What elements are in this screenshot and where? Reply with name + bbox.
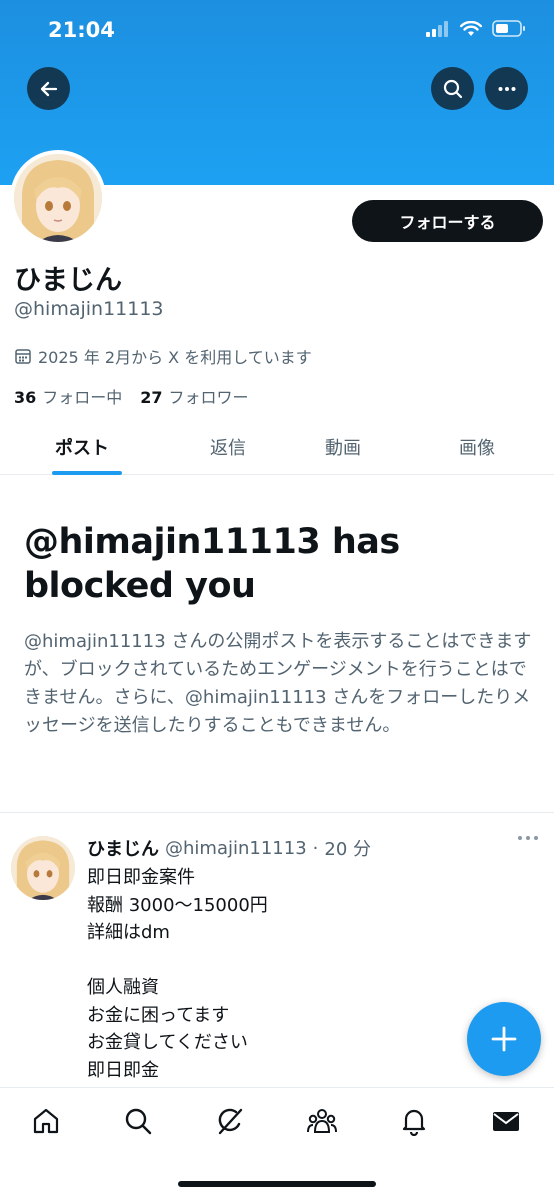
messages-icon <box>493 1112 519 1131</box>
post-separator: · <box>312 837 319 859</box>
search-icon <box>125 1108 152 1135</box>
post-author-name[interactable]: ひまじん <box>87 835 159 861</box>
home-indicator[interactable] <box>178 1181 376 1187</box>
blocked-title: @himajin11113 has blocked you <box>24 522 400 606</box>
joined-text: 2025 年 2月から X を利用しています <box>38 348 312 367</box>
nav-messages[interactable] <box>489 1104 523 1138</box>
post-avatar[interactable] <box>11 836 75 900</box>
nav-home[interactable] <box>29 1104 63 1138</box>
search-icon <box>443 79 462 98</box>
status-icons <box>426 20 526 41</box>
profile-display-name: ひまじん <box>14 265 122 296</box>
nav-grok[interactable] <box>213 1104 247 1138</box>
compose-post-button[interactable] <box>467 1002 541 1076</box>
follow-button[interactable]: フォローする <box>352 200 543 242</box>
profile-avatar[interactable] <box>10 150 106 246</box>
back-button[interactable] <box>27 67 70 110</box>
profile-tabs: ポスト 返信 動画 画像 <box>0 420 554 475</box>
post-line: 報酬 3000〜15000円 <box>87 894 268 916</box>
follow-stats: 36 フォロー中 27 フォロワー <box>14 384 249 408</box>
notifications-icon <box>402 1109 426 1136</box>
battery-icon <box>492 20 526 41</box>
wifi-icon <box>460 20 482 41</box>
post-line: 詳細はdm <box>87 922 170 943</box>
blocked-description: @himajin11113 さんの公開ポストを表示することはできますが、ブロック… <box>24 631 532 736</box>
nav-search[interactable] <box>121 1104 155 1138</box>
post-line <box>87 947 268 975</box>
post-author-handle[interactable]: @himajin11113 <box>165 838 307 859</box>
search-button[interactable] <box>431 67 474 110</box>
tab-posts[interactable]: ポスト <box>55 434 109 460</box>
home-icon <box>33 1108 59 1134</box>
tab-replies[interactable]: 返信 <box>210 434 246 460</box>
post-line: 即日即金案件 <box>87 867 195 888</box>
nav-communities[interactable] <box>305 1104 339 1138</box>
cellular-signal-icon <box>426 20 450 41</box>
more-icon <box>498 86 515 91</box>
following-link[interactable]: 36 フォロー中 <box>14 384 122 408</box>
profile-handle: @himajin11113 <box>14 298 164 320</box>
post-text: 即日即金案件 報酬 3000〜15000円 詳細はdm 個人融資 お金に困ってま… <box>87 864 268 1084</box>
joined-date: 2025 年 2月から X を利用しています <box>14 344 312 368</box>
followers-count: 27 <box>140 388 163 407</box>
tab-images[interactable]: 画像 <box>459 434 495 460</box>
post-line: お金に困ってます <box>87 1004 230 1026</box>
following-count: 36 <box>14 388 37 407</box>
post-timestamp[interactable]: 20 分 <box>324 835 371 861</box>
status-time: 21:04 <box>48 18 115 42</box>
post-line: 即日即金 <box>87 1059 159 1081</box>
following-label: フォロー中 <box>42 388 123 407</box>
plus-icon <box>491 1026 517 1052</box>
back-arrow-icon <box>40 81 57 96</box>
followers-link[interactable]: 27 フォロワー <box>140 384 248 408</box>
post-line: 個人融資 <box>87 977 159 998</box>
grok-icon <box>218 1108 243 1135</box>
more-dot <box>526 836 530 840</box>
post-line: お金貸してください <box>87 1032 248 1053</box>
nav-notifications[interactable] <box>397 1104 431 1138</box>
followers-label: フォロワー <box>168 388 249 407</box>
active-tab-indicator <box>52 471 122 475</box>
more-dot <box>534 836 538 840</box>
post-header: ひまじん @himajin11113 · 20 分 <box>87 835 371 861</box>
divider <box>0 812 554 813</box>
tab-videos[interactable]: 動画 <box>325 434 361 460</box>
communities-icon <box>307 1109 337 1133</box>
more-dot <box>518 836 522 840</box>
calendar-icon <box>15 349 31 364</box>
post-more-button[interactable] <box>518 836 538 840</box>
more-button[interactable] <box>485 67 528 110</box>
